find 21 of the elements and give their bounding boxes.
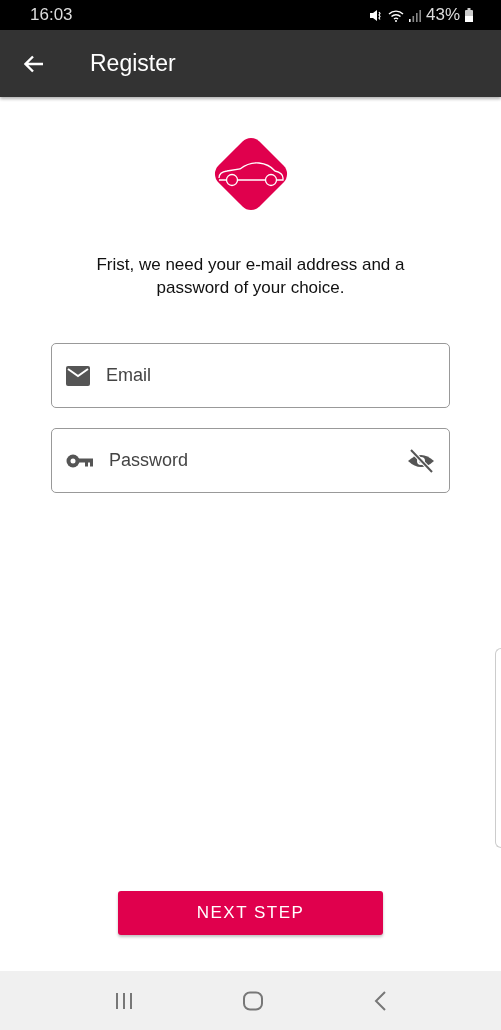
- next-step-button[interactable]: NEXT STEP: [118, 891, 383, 935]
- battery-icon: [465, 8, 473, 22]
- wifi-icon: [387, 8, 404, 22]
- email-input[interactable]: Email: [104, 364, 435, 387]
- status-time: 16:03: [30, 5, 73, 25]
- key-icon: [66, 453, 93, 468]
- screen-title: Register: [90, 50, 176, 77]
- password-input[interactable]: Password: [107, 449, 393, 472]
- home-icon[interactable]: [241, 990, 264, 1011]
- mute-icon: [368, 8, 383, 22]
- email-field[interactable]: Email: [51, 343, 450, 408]
- battery-percent: 43%: [425, 5, 460, 25]
- back-icon[interactable]: [372, 990, 387, 1011]
- signal-icon: [408, 8, 421, 22]
- recent-apps-icon[interactable]: [114, 991, 133, 1010]
- back-arrow-icon[interactable]: [24, 54, 44, 73]
- intro-text: Frist, we need your e-mail address and a password of your choice.: [95, 254, 406, 299]
- eye-slash-icon[interactable]: [407, 447, 435, 474]
- envelope-icon: [66, 365, 90, 386]
- password-field[interactable]: Password: [51, 428, 450, 493]
- edge-panel-handle[interactable]: [495, 648, 501, 848]
